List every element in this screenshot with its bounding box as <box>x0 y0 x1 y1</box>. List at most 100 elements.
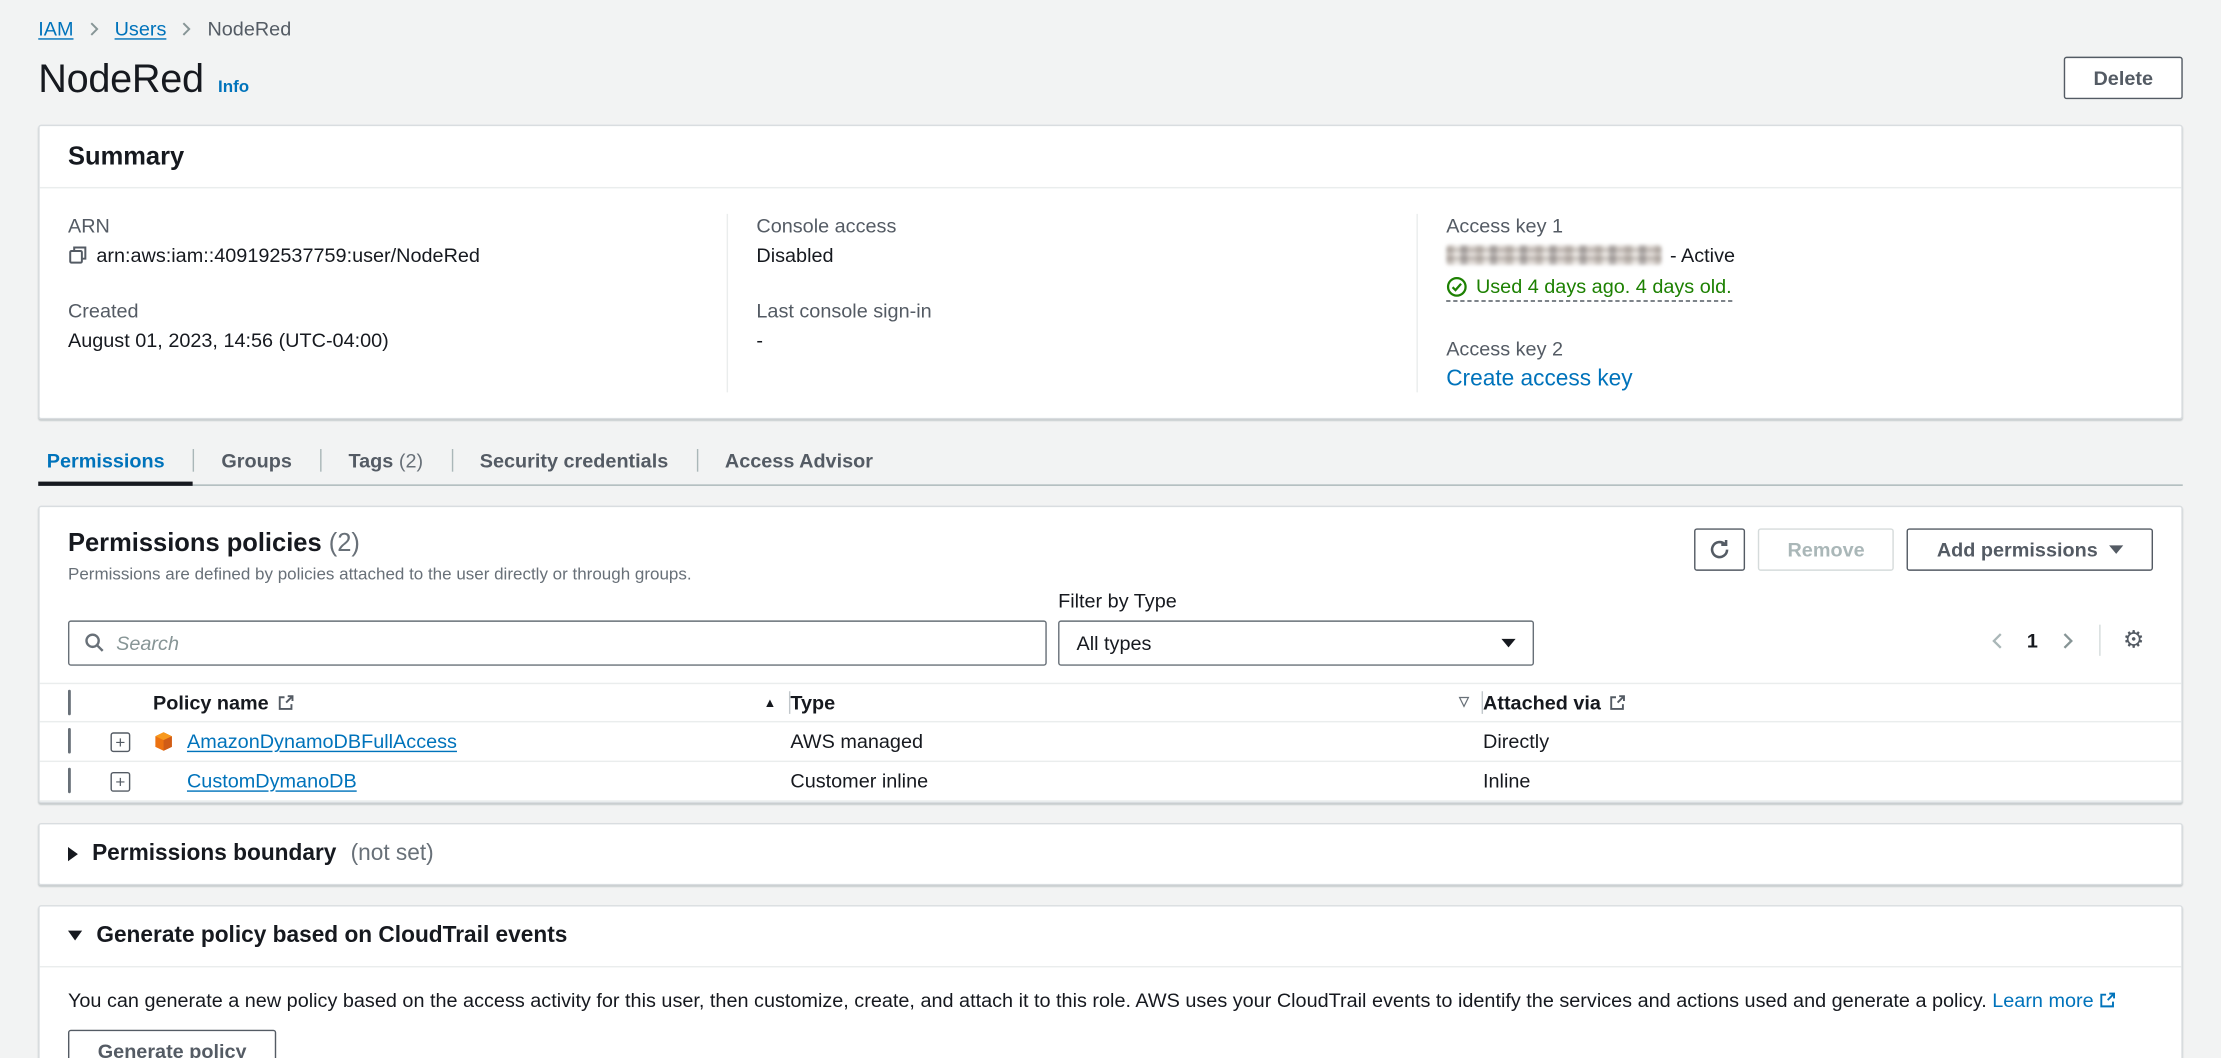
sort-filter-icon[interactable]: ▽ <box>1459 694 1469 710</box>
arn-value: arn:aws:iam::409192537759:user/NodeRed <box>96 244 480 267</box>
policy-type: Customer inline <box>790 769 1483 792</box>
info-link[interactable]: Info <box>218 76 249 96</box>
select-all-checkbox[interactable] <box>68 689 71 714</box>
tab-bar: Permissions Groups Tags (2) Security cre… <box>38 438 2183 485</box>
summary-col-2: Console access Disabled Last console sig… <box>727 214 1417 392</box>
permissions-boundary-card[interactable]: Permissions boundary (not set) <box>38 822 2183 884</box>
summary-card: Summary ARN arn:aws:iam::409192537759:us… <box>38 125 2183 419</box>
breadcrumb: IAM Users NodeRed <box>38 17 2183 40</box>
check-circle-icon <box>1446 275 1467 296</box>
summary-title: Summary <box>68 142 2153 172</box>
search-input[interactable] <box>116 631 1031 654</box>
previous-page-button[interactable] <box>1980 625 2015 655</box>
access-key-1-status: - Active <box>1670 244 1735 267</box>
access-key-1-field: Access key 1 - Active Used 4 days ago. 4… <box>1446 214 2153 304</box>
sort-ascending-icon[interactable]: ▲ <box>764 695 777 709</box>
permissions-boundary-status: (not set) <box>351 841 434 866</box>
filter-by-type-label: Filter by Type <box>1058 589 1534 612</box>
iam-user-detail-page: IAM Users NodeRed NodeRed Info Delete Su… <box>0 0 2221 1058</box>
tab-groups[interactable]: Groups <box>193 438 320 483</box>
policy-attached-via: Directly <box>1483 729 2181 752</box>
table-header-row: Policy name ▲ Type ▽ Attached via <box>40 682 2182 722</box>
caret-down-icon <box>1501 638 1515 646</box>
generate-policy-card: Generate policy based on CloudTrail even… <box>38 904 2183 1058</box>
policy-link[interactable]: AmazonDynamoDBFullAccess <box>187 729 457 752</box>
console-access-value: Disabled <box>756 244 1388 267</box>
table-row: + AmazonDynamoDBFullAccess AWS managed D… <box>40 722 2182 762</box>
arn-field: ARN arn:aws:iam::409192537759:user/NodeR… <box>68 214 698 266</box>
permissions-policies-card: Permissions policies (2) Permissions are… <box>38 505 2183 802</box>
redacted-access-key <box>1446 245 1661 265</box>
breadcrumb-iam-link[interactable]: IAM <box>38 17 73 40</box>
search-icon <box>84 632 105 653</box>
copy-icon[interactable] <box>68 245 88 265</box>
last-signin-value: - <box>756 329 1388 352</box>
refresh-button[interactable] <box>1694 528 1745 570</box>
summary-col-1: ARN arn:aws:iam::409192537759:user/NodeR… <box>40 214 727 392</box>
pagination: 1 ⚙ <box>1980 623 2153 665</box>
policy-type: AWS managed <box>790 729 1483 752</box>
delete-button[interactable]: Delete <box>2064 57 2183 99</box>
summary-grid: ARN arn:aws:iam::409192537759:user/NodeR… <box>40 188 2182 417</box>
tab-tags[interactable]: Tags (2) <box>320 438 451 483</box>
access-key-2-label: Access key 2 <box>1446 336 2153 359</box>
created-label: Created <box>68 299 698 322</box>
policy-link[interactable]: CustomDymanoDB <box>187 769 357 792</box>
table-row: + CustomDymanoDB Customer inline Inline <box>40 761 2182 801</box>
console-access-field: Console access Disabled <box>756 214 1388 266</box>
create-access-key-link[interactable]: Create access key <box>1446 366 1632 390</box>
row-checkbox[interactable] <box>68 768 71 793</box>
created-field: Created August 01, 2023, 14:56 (UTC-04:0… <box>68 299 698 351</box>
table-settings-button[interactable]: ⚙ <box>2114 623 2153 658</box>
caret-right-icon <box>68 846 78 860</box>
policies-title: Permissions policies (2) <box>68 528 692 558</box>
access-key-2-field: Access key 2 Create access key <box>1446 336 2153 391</box>
expand-row-icon[interactable]: + <box>110 732 130 752</box>
generate-policy-button[interactable]: Generate policy <box>68 1029 276 1058</box>
generate-policy-title: Generate policy based on CloudTrail even… <box>96 923 567 948</box>
page-header: NodeRed Info Delete <box>38 57 2183 102</box>
add-permissions-button[interactable]: Add permissions <box>1907 528 2153 570</box>
access-key-1-label: Access key 1 <box>1446 214 2153 237</box>
gear-icon: ⚙ <box>2123 628 2145 652</box>
generate-policy-description: You can generate a new policy based on t… <box>68 985 2153 1013</box>
chevron-right-icon <box>179 21 195 37</box>
tab-permissions[interactable]: Permissions <box>38 438 193 483</box>
divider <box>2099 625 2100 656</box>
breadcrumb-users-link[interactable]: Users <box>115 17 167 40</box>
created-value: August 01, 2023, 14:56 (UTC-04:00) <box>68 329 698 352</box>
policy-attached-via: Inline <box>1483 769 2181 792</box>
expand-row-icon[interactable]: + <box>110 772 130 792</box>
type-header[interactable]: Type ▽ <box>790 683 1483 720</box>
breadcrumb-current: NodeRed <box>207 17 291 40</box>
page-title: NodeRed <box>38 57 204 102</box>
page-number[interactable]: 1 <box>2018 629 2046 652</box>
last-signin-field: Last console sign-in - <box>756 299 1388 351</box>
policies-description: Permissions are defined by policies atta… <box>68 563 692 583</box>
row-checkbox[interactable] <box>68 728 71 753</box>
caret-down-icon <box>68 931 82 941</box>
filter-row: Filter by Type All types 1 ⚙ <box>40 586 2182 665</box>
attached-via-header[interactable]: Attached via <box>1483 683 2181 720</box>
tab-security-credentials[interactable]: Security credentials <box>451 438 696 483</box>
console-access-label: Console access <box>756 214 1388 237</box>
external-link-icon <box>277 693 294 710</box>
tab-access-advisor[interactable]: Access Advisor <box>697 438 902 483</box>
summary-card-header: Summary <box>40 126 2182 188</box>
policies-actions: Remove Add permissions <box>1694 528 2153 570</box>
remove-button[interactable]: Remove <box>1758 528 1895 570</box>
access-key-usage: Used 4 days ago. 4 days old. <box>1446 275 1732 302</box>
summary-col-3: Access key 1 - Active Used 4 days ago. 4… <box>1416 214 2181 392</box>
policies-table: Policy name ▲ Type ▽ Attached via <box>40 682 2182 801</box>
aws-managed-policy-icon <box>153 730 174 751</box>
learn-more-link[interactable]: Learn more <box>1992 988 2116 1011</box>
search-box <box>68 620 1047 665</box>
type-filter-select[interactable]: All types <box>1058 620 1534 665</box>
generate-policy-header[interactable]: Generate policy based on CloudTrail even… <box>40 906 2182 967</box>
next-page-button[interactable] <box>2049 625 2084 655</box>
last-signin-label: Last console sign-in <box>756 299 1388 322</box>
permissions-boundary-title: Permissions boundary <box>92 841 336 866</box>
caret-down-icon <box>2109 545 2123 553</box>
policy-name-header[interactable]: Policy name ▲ <box>153 683 790 720</box>
arn-label: ARN <box>68 214 698 237</box>
